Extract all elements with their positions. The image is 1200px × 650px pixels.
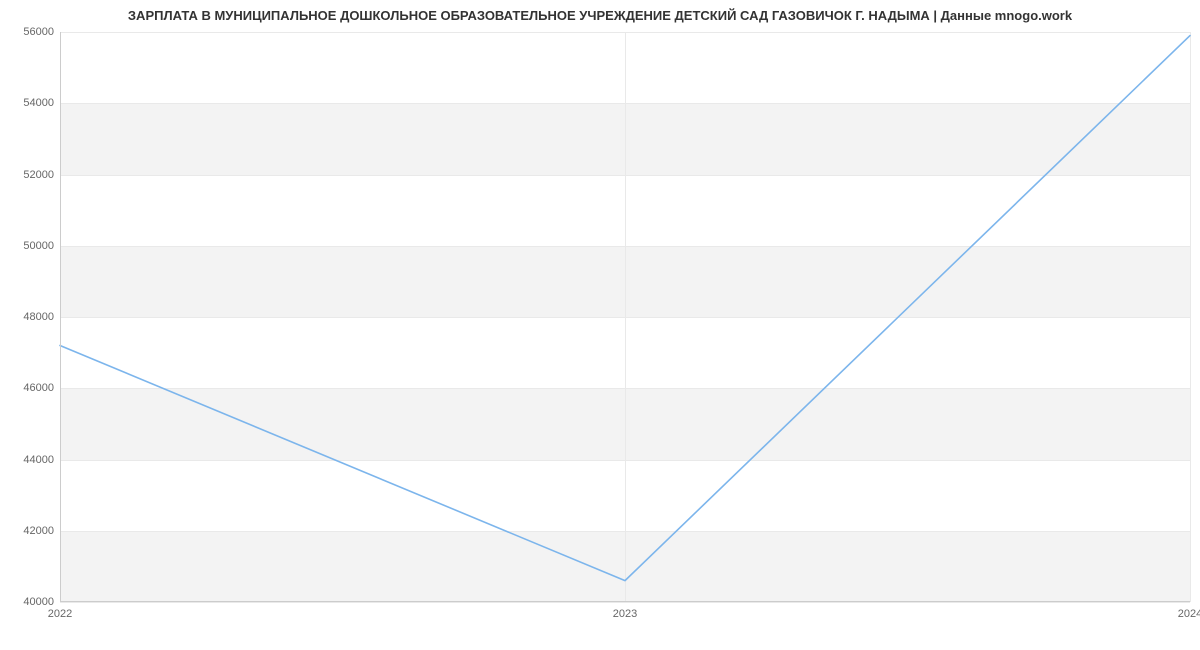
- v-gridline: [1190, 32, 1191, 602]
- y-tick-label: 40000: [4, 596, 54, 608]
- x-tick-label: 2024: [1178, 608, 1200, 620]
- x-tick-label: 2022: [48, 608, 72, 620]
- plot-area: [60, 32, 1190, 602]
- y-tick-label: 46000: [4, 382, 54, 394]
- y-tick-label: 48000: [4, 311, 54, 323]
- y-axis-line: [60, 32, 61, 602]
- series-line: [60, 36, 1190, 581]
- series-layer: [60, 32, 1190, 602]
- y-tick-label: 42000: [4, 525, 54, 537]
- chart-container: ЗАРПЛАТА В МУНИЦИПАЛЬНОЕ ДОШКОЛЬНОЕ ОБРА…: [0, 0, 1200, 650]
- y-tick-label: 56000: [4, 26, 54, 38]
- y-tick-label: 52000: [4, 169, 54, 181]
- chart-title: ЗАРПЛАТА В МУНИЦИПАЛЬНОЕ ДОШКОЛЬНОЕ ОБРА…: [0, 8, 1200, 23]
- x-axis-line: [60, 601, 1190, 602]
- h-gridline: [60, 602, 1190, 603]
- y-tick-label: 44000: [4, 454, 54, 466]
- y-tick-label: 54000: [4, 97, 54, 109]
- y-tick-label: 50000: [4, 240, 54, 252]
- x-tick-label: 2023: [613, 608, 637, 620]
